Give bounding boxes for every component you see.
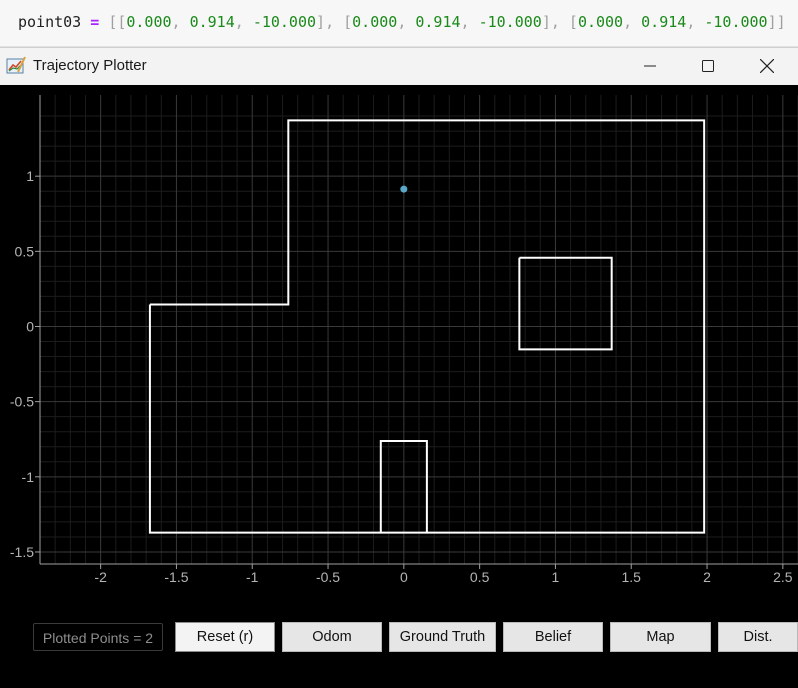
y-tick-label: -1 bbox=[22, 469, 35, 485]
minimize-button[interactable] bbox=[627, 48, 673, 84]
code-number: 0.914 bbox=[415, 13, 461, 31]
code-bracket: ] bbox=[541, 13, 551, 31]
code-number: -10.000 bbox=[704, 13, 768, 31]
code-bracket: [ bbox=[108, 13, 118, 31]
x-tick-label: -1 bbox=[246, 569, 259, 585]
code-variable: point03 bbox=[18, 13, 82, 31]
code-number: 0.000 bbox=[577, 13, 624, 31]
maximize-icon bbox=[702, 60, 714, 72]
x-tick-label: 2.5 bbox=[773, 569, 793, 585]
code-bracket: ] bbox=[316, 13, 326, 31]
trajectory-point bbox=[400, 185, 408, 193]
code-separator: , bbox=[623, 13, 642, 31]
odom-button[interactable]: Odom bbox=[282, 622, 382, 652]
control-panel: Plotted Points = 2 Reset (r) Odom Ground… bbox=[0, 612, 798, 688]
close-icon bbox=[760, 59, 774, 73]
code-bracket: [ bbox=[343, 13, 353, 31]
code-separator: , bbox=[234, 13, 253, 31]
code-number: -10.000 bbox=[478, 13, 542, 31]
code-separator: , bbox=[686, 13, 705, 31]
window-title: Trajectory Plotter bbox=[33, 57, 147, 74]
code-point-list: [ [0.000, 0.914, -10.000], [0.000, 0.914,… bbox=[108, 13, 785, 31]
code-number: -10.000 bbox=[252, 13, 317, 31]
y-tick-label: 0.5 bbox=[15, 243, 35, 259]
belief-button[interactable]: Belief bbox=[503, 622, 603, 652]
plotted-points-status: Plotted Points = 2 bbox=[33, 623, 163, 651]
code-number: 0.914 bbox=[641, 13, 687, 31]
code-separator: , bbox=[397, 13, 416, 31]
maximize-button[interactable] bbox=[685, 48, 731, 84]
x-tick-label: 0.5 bbox=[470, 569, 490, 585]
ground-truth-button[interactable]: Ground Truth bbox=[389, 622, 496, 652]
code-output-bar: point03 = [ [0.000, 0.914, -10.000], [0.0… bbox=[0, 0, 798, 47]
code-separator: , bbox=[171, 13, 190, 31]
code-bracket: [ bbox=[568, 13, 578, 31]
minimize-icon bbox=[644, 65, 656, 67]
code-number: 0.000 bbox=[352, 13, 398, 31]
code-number: 0.000 bbox=[126, 13, 172, 31]
y-tick-label: 1 bbox=[26, 168, 34, 184]
code-separator: , bbox=[460, 13, 479, 31]
dist-button[interactable]: Dist. bbox=[718, 622, 798, 652]
trajectory-plot[interactable]: -2 -1.5 -1 -0.5 0 0.5 1 1.5 2 2.5 1 0.5 0 -0.5 -1 -1.5 bbox=[0, 85, 798, 612]
x-tick-label: -0.5 bbox=[316, 569, 340, 585]
reset-button[interactable]: Reset (r) bbox=[175, 622, 275, 652]
code-operator: = bbox=[81, 13, 109, 31]
y-tick-label: 0 bbox=[26, 318, 34, 334]
code-line: point03 = [ [0.000, 0.914, -10.000], [0.0… bbox=[18, 13, 786, 31]
x-tick-label: 1.5 bbox=[622, 569, 642, 585]
code-separator: , bbox=[550, 13, 569, 31]
map-wall bbox=[518, 256, 613, 351]
trajectory-plotter-window: Trajectory Plotter -2 -1.5 -1 -0.5 0 0.5 1 1.5 2… bbox=[0, 47, 798, 688]
x-tick-label: 1 bbox=[552, 569, 560, 585]
x-tick-label: 2 bbox=[703, 569, 711, 585]
y-tick-label: -0.5 bbox=[10, 394, 34, 410]
code-bracket: ] bbox=[776, 13, 786, 31]
x-tick-label: -1.5 bbox=[164, 569, 188, 585]
map-button[interactable]: Map bbox=[610, 622, 711, 652]
close-button[interactable] bbox=[744, 48, 790, 84]
code-bracket: ] bbox=[767, 13, 777, 31]
x-tick-label: -2 bbox=[94, 569, 107, 585]
code-number: 0.914 bbox=[189, 13, 235, 31]
x-tick-label: 0 bbox=[400, 569, 408, 585]
code-separator: , bbox=[325, 13, 344, 31]
y-tick-label: -1.5 bbox=[10, 544, 34, 560]
chart-pen-icon bbox=[6, 56, 26, 76]
plot-area[interactable]: -2 -1.5 -1 -0.5 0 0.5 1 1.5 2 2.5 1 0.5 0 -0.5 -1 -1.5 bbox=[0, 85, 798, 612]
title-bar[interactable]: Trajectory Plotter bbox=[0, 48, 798, 84]
